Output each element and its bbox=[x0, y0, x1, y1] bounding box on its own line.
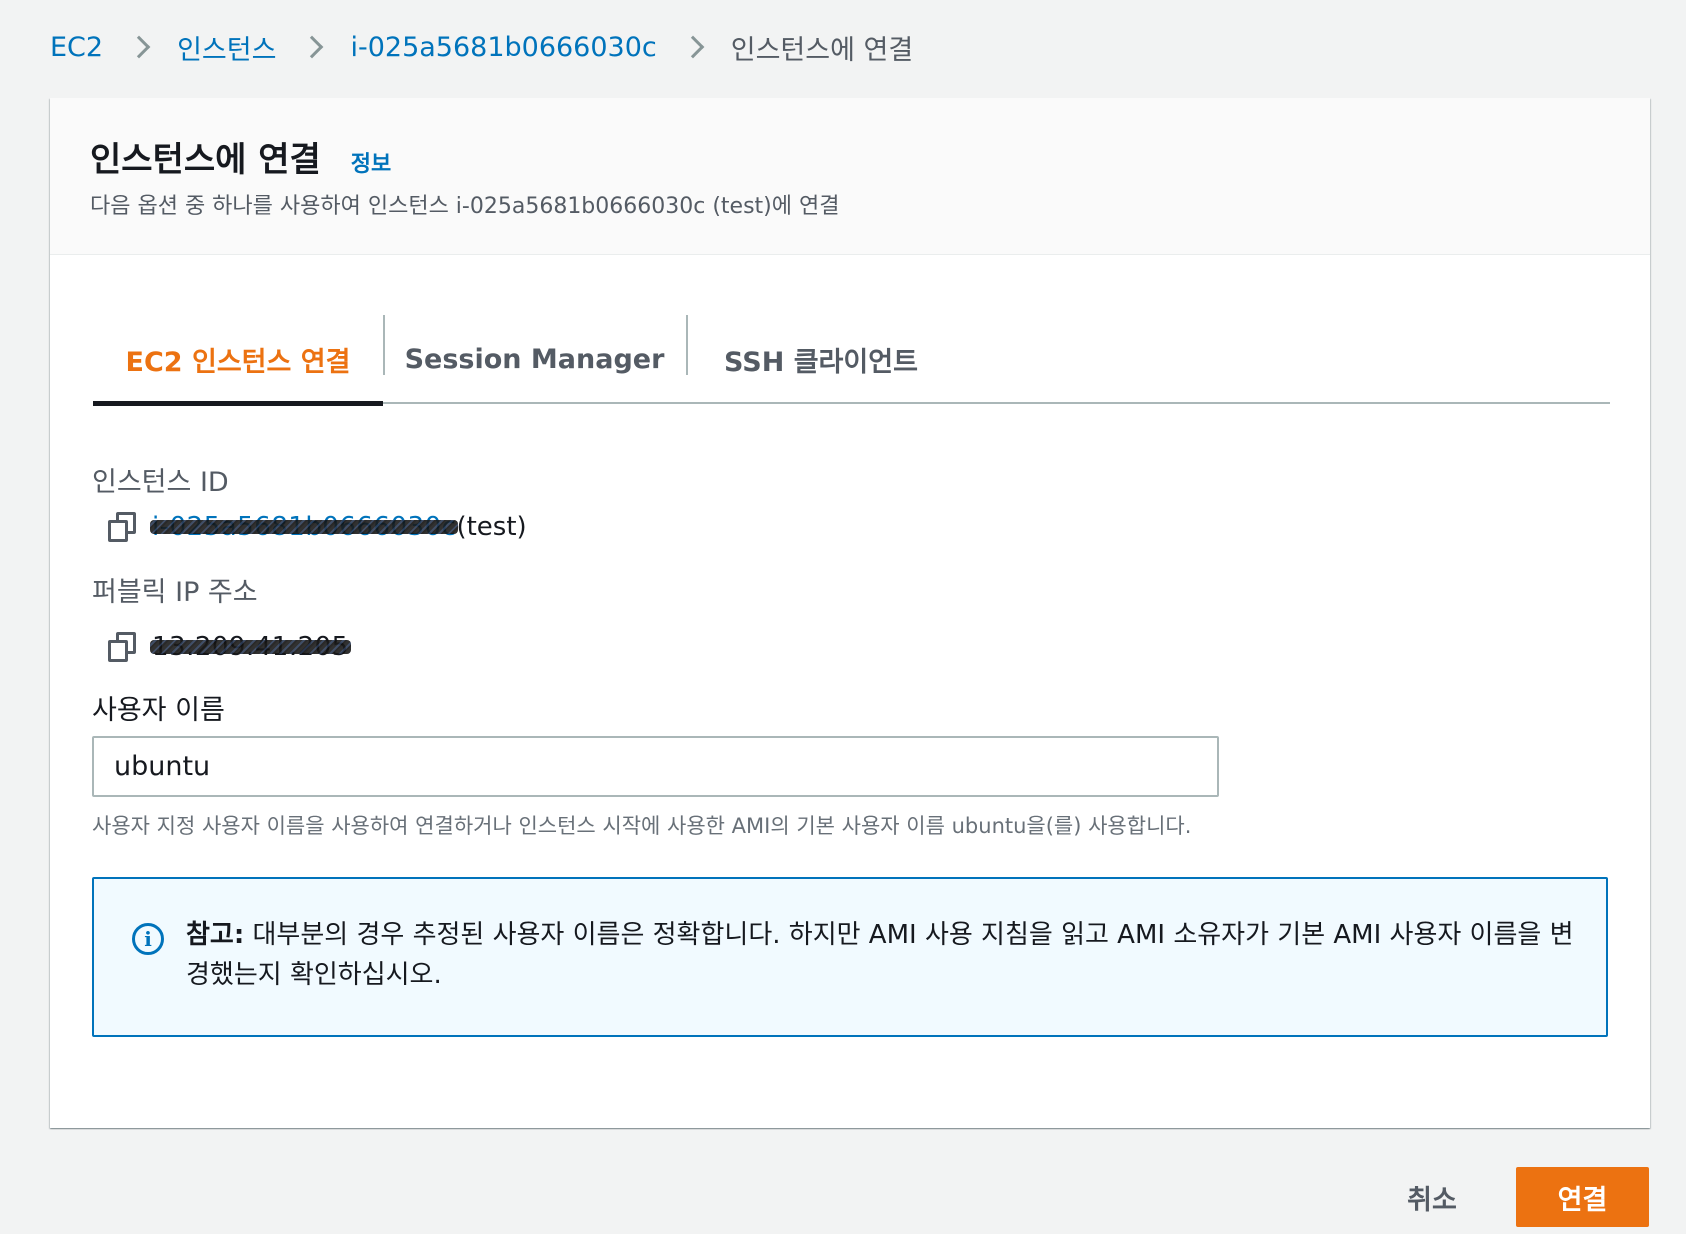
username-hint: 사용자 지정 사용자 이름을 사용하여 연결하거나 인스턴스 시작에 사용한 A… bbox=[92, 814, 1192, 838]
instance-id-row: i-025a5681b0666030c (test) bbox=[108, 512, 527, 542]
page-title: 인스턴스에 연결 bbox=[90, 140, 321, 180]
tab-session-manager[interactable]: Session Manager bbox=[383, 315, 686, 404]
breadcrumb-instances[interactable]: 인스턴스 bbox=[177, 28, 276, 67]
page: EC2 인스턴스 i-025a5681b0666030c 인스턴스에 연결 인스… bbox=[0, 0, 1686, 1234]
breadcrumb-ec2[interactable]: EC2 bbox=[50, 32, 103, 63]
chevron-right-icon bbox=[301, 35, 324, 59]
public-ip-value: 13.209.41.205 bbox=[150, 632, 351, 662]
tab-ssh-client[interactable]: SSH 클라이언트 bbox=[686, 315, 956, 404]
breadcrumb-current: 인스턴스에 연결 bbox=[730, 34, 914, 66]
breadcrumb-instance-id[interactable]: i-025a5681b0666030c bbox=[350, 32, 656, 63]
copy-icon[interactable] bbox=[108, 512, 136, 542]
chevron-right-icon bbox=[127, 35, 151, 59]
username-input[interactable] bbox=[92, 736, 1219, 797]
public-ip-row: 13.209.41.205 bbox=[108, 632, 351, 662]
username-label: 사용자 이름 bbox=[92, 695, 225, 726]
tab-divider bbox=[383, 315, 385, 375]
copy-icon[interactable] bbox=[108, 632, 136, 662]
tab-label: EC2 인스턴스 연결 bbox=[125, 347, 351, 378]
info-link[interactable]: 정보 bbox=[351, 146, 391, 178]
info-alert: i 참고: 대부분의 경우 추정된 사용자 이름은 정확합니다. 하지만 AMI… bbox=[92, 877, 1608, 1037]
chevron-right-icon bbox=[681, 35, 705, 59]
alert-text: 참고: 대부분의 경우 추정된 사용자 이름은 정확합니다. 하지만 AMI 사… bbox=[186, 915, 1586, 995]
instance-name-suffix: (test) bbox=[456, 512, 527, 542]
alert-prefix: 참고: bbox=[186, 920, 245, 950]
tab-ec2-instance-connect[interactable]: EC2 인스턴스 연결 bbox=[93, 315, 383, 406]
public-ip-label: 퍼블릭 IP 주소 bbox=[92, 577, 258, 608]
tab-label: SSH 클라이언트 bbox=[724, 347, 918, 378]
instance-id-value: i-025a5681b0666030c bbox=[149, 512, 459, 542]
alert-body: 대부분의 경우 추정된 사용자 이름은 정확합니다. 하지만 AMI 사용 지침… bbox=[186, 920, 1574, 990]
breadcrumb: EC2 인스턴스 i-025a5681b0666030c 인스턴스에 연결 bbox=[50, 22, 913, 72]
connect-panel: 인스턴스에 연결 정보 다음 옵션 중 하나를 사용하여 인스턴스 i-025a… bbox=[50, 98, 1650, 1128]
panel-header: 인스턴스에 연결 정보 다음 옵션 중 하나를 사용하여 인스턴스 i-025a… bbox=[50, 98, 1650, 255]
tab-divider bbox=[686, 315, 688, 375]
page-subtitle: 다음 옵션 중 하나를 사용하여 인스턴스 i-025a5681b0666030… bbox=[90, 194, 840, 219]
connect-method-tabs: EC2 인스턴스 연결 Session Manager SSH 클라이언트 bbox=[93, 315, 1610, 406]
cancel-button[interactable]: 취소 bbox=[1382, 1170, 1482, 1224]
instance-id-label: 인스턴스 ID bbox=[92, 467, 229, 498]
info-icon: i bbox=[132, 923, 164, 955]
tab-label: Session Manager bbox=[404, 344, 665, 375]
connect-button[interactable]: 연결 bbox=[1516, 1167, 1649, 1227]
